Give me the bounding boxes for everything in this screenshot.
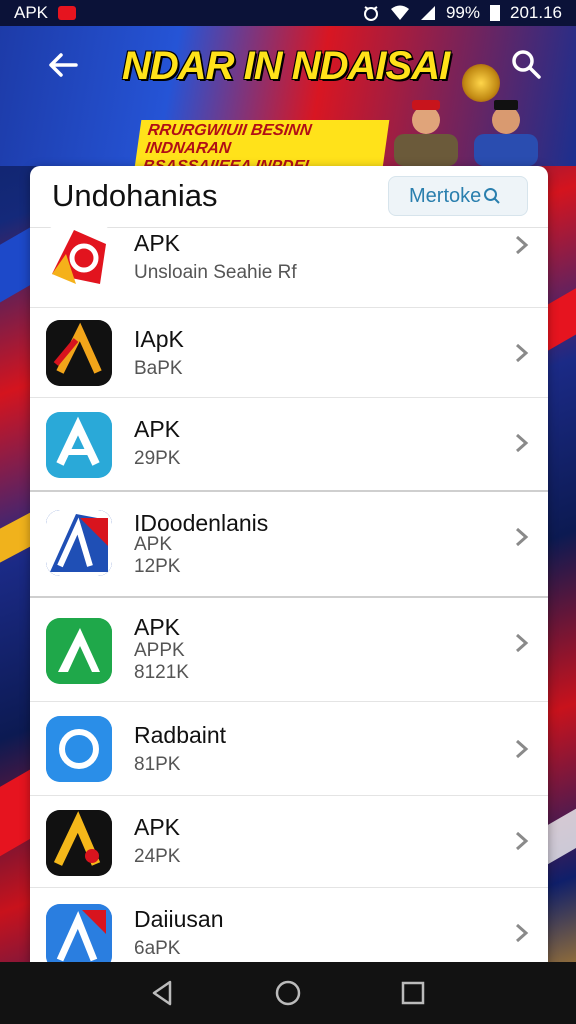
- status-left: APK: [14, 3, 77, 23]
- wifi-icon: [390, 5, 409, 20]
- list-item[interactable]: APK 24PK: [30, 796, 548, 888]
- app-size: 12PK: [134, 556, 181, 577]
- app-name: IApK: [134, 326, 184, 352]
- chevron-right-icon: [516, 235, 529, 255]
- list-item[interactable]: IApK BaPK: [30, 308, 548, 398]
- person-illustration: [474, 100, 538, 166]
- list-item[interactable]: APK 29PK: [30, 398, 548, 492]
- battery-icon: [490, 5, 500, 21]
- app-detail: 81PK: [134, 754, 181, 775]
- banner-title: NDAR IN NDAISAI: [122, 44, 450, 88]
- chevron-right-icon: [516, 343, 529, 363]
- app-name: APK: [134, 416, 181, 442]
- search-field[interactable]: Mertoke: [388, 176, 528, 216]
- app-name: APK: [134, 230, 181, 256]
- app-size: 8121K: [134, 662, 189, 683]
- app-detail: 6aPK: [134, 938, 181, 959]
- blue-red-a-icon: [46, 510, 112, 576]
- banner-subtitle-line2: BSASSAIIEEA INPDEI RRADR!: [139, 158, 376, 166]
- green-a-icon: [46, 618, 112, 684]
- red-a-icon: [46, 224, 112, 290]
- chevron-right-icon: [516, 923, 529, 943]
- chevron-right-icon: [516, 739, 529, 759]
- clock: 201.16: [510, 3, 562, 22]
- battery-percent: 99%: [445, 3, 480, 22]
- search-field-label: Mertoke: [409, 184, 482, 207]
- list-item[interactable]: Daiiusan 6aPK: [30, 888, 548, 966]
- nav-back-icon[interactable]: [148, 978, 178, 1008]
- app-detail: 29PK: [134, 448, 181, 469]
- app-name: Radbaint: [134, 722, 227, 748]
- chevron-right-icon: [516, 433, 529, 453]
- person-illustration: [394, 100, 458, 166]
- chevron-right-icon: [516, 831, 529, 851]
- card-header: Undohanias Mertoke: [30, 166, 548, 228]
- app-detail: APPK: [134, 640, 185, 661]
- back-arrow-icon[interactable]: [46, 48, 80, 82]
- black-yellow-a-icon: [46, 810, 112, 876]
- nav-recents-icon[interactable]: [398, 978, 428, 1008]
- list-item[interactable]: APK Unsloain Seahie Rf: [30, 224, 548, 308]
- status-left-text: APK: [14, 3, 49, 22]
- signal-icon: [420, 6, 435, 20]
- cyan-a-icon: [46, 412, 112, 478]
- app-detail: BaPK: [134, 358, 183, 379]
- search-icon: [484, 188, 500, 204]
- app-name: IDoodenlanis: [134, 510, 269, 536]
- list-item[interactable]: IDoodenlanis APK 12PK: [30, 492, 548, 598]
- list-item[interactable]: APK APPK 8121K: [30, 598, 548, 702]
- banner-subtitle-line1: RRURGWIUII BESINN INDNARAN: [144, 122, 313, 157]
- header-banner: NDAR IN NDAISAI RRURGWIUII BESINN INDNAR…: [0, 26, 576, 166]
- app-list: APK Unsloain Seahie Rf IApK BaPK APK 29P…: [30, 224, 548, 966]
- nav-home-icon[interactable]: [273, 978, 303, 1008]
- app-name: APK: [134, 814, 181, 840]
- notification-icon: [58, 6, 77, 20]
- app-name: Daiiusan: [134, 906, 224, 932]
- blue-red-a2-icon: [46, 904, 112, 966]
- app-name: APK: [134, 614, 181, 640]
- search-icon[interactable]: [510, 48, 542, 80]
- alarm-icon: [363, 6, 378, 21]
- app-detail: APK: [134, 534, 173, 555]
- app-detail: Unsloain Seahie Rf: [134, 262, 297, 283]
- dark-a-icon: [46, 320, 112, 386]
- list-item[interactable]: Radbaint 81PK: [30, 702, 548, 796]
- navigation-bar: [0, 962, 576, 1024]
- app-detail: 24PK: [134, 846, 181, 867]
- page-title: Undohanias: [52, 178, 218, 213]
- status-bar: APK 99% 201.16: [0, 0, 576, 26]
- status-right: 99% 201.16: [362, 3, 562, 23]
- chevron-right-icon: [516, 527, 529, 547]
- chevron-right-icon: [516, 633, 529, 653]
- banner-subtitle: RRURGWIUII BESINN INDNARAN BSASSAIIEEA I…: [130, 120, 390, 166]
- app-list-card: Undohanias Mertoke APK Unsloain Seahie R…: [30, 166, 548, 966]
- blue-circle-icon: [46, 716, 112, 782]
